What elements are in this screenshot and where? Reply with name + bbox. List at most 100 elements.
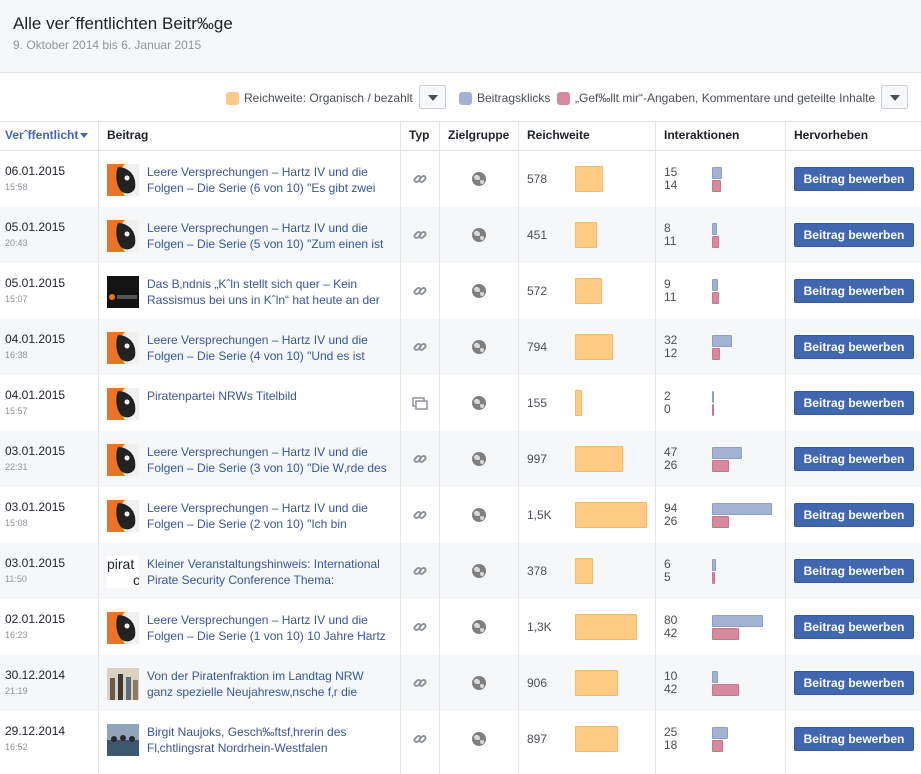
post-link[interactable]: Das B‚ndnis „Kˆln stellt sich quer – Kei… xyxy=(147,276,392,308)
post-link[interactable]: Leere Versprechungen – Hartz IV und die … xyxy=(147,612,392,644)
reach-metric-dropdown[interactable] xyxy=(419,85,446,109)
post-thumbnail[interactable] xyxy=(107,668,139,700)
post-date: 29.12.2014 xyxy=(5,724,66,738)
likes-value: 42 xyxy=(664,626,678,640)
boost-post-button[interactable]: Beitrag bewerben xyxy=(794,223,914,247)
post-thumbnail[interactable] xyxy=(107,500,139,532)
post-thumbnail[interactable] xyxy=(107,724,139,756)
column-divider xyxy=(785,122,786,774)
post-thumbnail[interactable] xyxy=(107,444,139,476)
post-time: 16:23 xyxy=(5,630,28,640)
reach-bar xyxy=(575,334,613,360)
clicks-bar xyxy=(712,335,732,347)
clicks-bar xyxy=(712,447,742,459)
table-header: Verˆffentlicht Beitrag Typ Zielgruppe Re… xyxy=(0,122,921,151)
boost-post-button[interactable]: Beitrag bewerben xyxy=(794,335,914,359)
post-thumbnail[interactable] xyxy=(107,276,139,308)
likes-value: 26 xyxy=(664,458,678,472)
column-reach[interactable]: Reichweite xyxy=(527,122,590,151)
post-thumbnail[interactable] xyxy=(107,220,139,252)
post-link[interactable]: Piratenpartei NRWs Titelbild xyxy=(147,388,392,420)
likes-bar xyxy=(712,292,719,304)
post-link[interactable]: Leere Versprechungen – Hartz IV und die … xyxy=(147,332,392,364)
boost-post-button[interactable]: Beitrag bewerben xyxy=(794,279,914,303)
column-audience: Zielgruppe xyxy=(448,128,510,142)
boost-post-button[interactable]: Beitrag bewerben xyxy=(794,615,914,639)
table-row: 03.01.2015 22:31 Leere Versprechungen – Ha… xyxy=(0,431,921,487)
post-time: 20:43 xyxy=(5,238,28,248)
column-divider xyxy=(655,122,656,774)
clicks-bar xyxy=(712,559,716,571)
table-row: 04.01.2015 16:38 Leere Versprechungen – Ha… xyxy=(0,319,921,375)
boost-post-button[interactable]: Beitrag bewerben xyxy=(794,447,914,471)
likes-value: 11 xyxy=(664,290,677,304)
post-date: 05.01.2015 xyxy=(5,276,66,290)
link-icon xyxy=(412,675,428,691)
reach-bar xyxy=(575,558,593,584)
page-header: Alle verˆffentlichten Beitr‰ge 9. Oktobe… xyxy=(0,0,921,73)
boost-post-button[interactable]: Beitrag bewerben xyxy=(794,559,914,583)
post-date: 04.01.2015 xyxy=(5,332,66,346)
sort-desc-icon xyxy=(80,133,89,139)
link-icon xyxy=(412,451,428,467)
globe-icon xyxy=(472,564,486,578)
post-thumbnail[interactable] xyxy=(107,332,139,364)
post-time: 22:31 xyxy=(5,462,28,472)
legend-clicks: Beitragsklicks xyxy=(459,91,550,105)
likes-value: 14 xyxy=(664,178,678,192)
post-link[interactable]: Leere Versprechungen – Hartz IV und die … xyxy=(147,444,392,476)
reach-bar xyxy=(575,222,597,248)
column-published[interactable]: Verˆffentlicht xyxy=(5,122,89,151)
clicks-swatch-icon xyxy=(459,91,472,105)
post-thumbnail[interactable]: pirat c xyxy=(107,556,139,588)
clicks-bar xyxy=(712,223,717,235)
post-link[interactable]: Kleiner Veranstaltungshinweis: Internati… xyxy=(147,556,392,588)
post-time: 11:50 xyxy=(5,574,27,584)
table-row: 05.01.2015 20:43 Leere Versprechungen – Ha… xyxy=(0,207,921,263)
post-link[interactable]: Leere Versprechungen – Hartz IV und die … xyxy=(147,220,392,252)
post-link[interactable]: Leere Versprechungen – Hartz IV und die … xyxy=(147,164,392,196)
table-row: 05.01.2015 15:07 Das B‚ndnis „Kˆln stellt … xyxy=(0,263,921,319)
post-thumbnail[interactable] xyxy=(107,388,139,420)
link-icon xyxy=(412,563,428,579)
likes-value: 26 xyxy=(664,514,678,528)
legend-reach-label: Reichweite: Organisch / bezahlt xyxy=(244,91,413,105)
likes-bar xyxy=(712,740,723,752)
reach-value: 1,3K xyxy=(527,620,552,634)
reach-bar xyxy=(575,390,582,416)
column-type: Typ xyxy=(409,128,430,142)
post-link[interactable]: Birgit Naujoks, Gesch‰ftsf‚hrerin des Fl… xyxy=(147,724,392,756)
boost-post-button[interactable]: Beitrag bewerben xyxy=(794,503,914,527)
interaction-metric-dropdown[interactable] xyxy=(881,85,908,109)
link-icon xyxy=(412,507,428,523)
likes-value: 5 xyxy=(664,570,671,584)
globe-icon xyxy=(472,340,486,354)
globe-icon xyxy=(472,396,486,410)
reach-value: 155 xyxy=(527,396,548,410)
column-boost: Hervorheben xyxy=(794,128,869,142)
post-thumbnail[interactable] xyxy=(107,164,139,196)
link-icon xyxy=(412,619,428,635)
boost-post-button[interactable]: Beitrag bewerben xyxy=(794,727,914,751)
boost-post-button[interactable]: Beitrag bewerben xyxy=(794,391,914,415)
clicks-bar xyxy=(712,503,772,515)
column-published-label: Verˆffentlicht xyxy=(5,128,79,142)
post-time: 16:52 xyxy=(5,742,28,752)
table-row: 02.01.2015 16:23 Leere Versprechungen – Ha… xyxy=(0,599,921,655)
boost-post-button[interactable]: Beitrag bewerben xyxy=(794,671,914,695)
post-time: 15:57 xyxy=(5,406,28,416)
table-row: 29.12.2014 16:52 Birgit Naujoks, Gesch‰fts… xyxy=(0,711,921,767)
column-post: Beitrag xyxy=(107,128,149,142)
post-link[interactable]: Leere Versprechungen – Hartz IV und die … xyxy=(147,500,392,532)
column-interactions[interactable]: Interaktionen xyxy=(664,122,739,151)
reach-value: 1,5K xyxy=(527,508,552,522)
globe-icon xyxy=(472,228,486,242)
boost-post-button[interactable]: Beitrag bewerben xyxy=(794,167,914,191)
globe-icon xyxy=(472,172,486,186)
reach-value: 578 xyxy=(527,172,548,186)
reach-bar xyxy=(575,614,637,640)
post-thumbnail[interactable] xyxy=(107,612,139,644)
reach-value: 378 xyxy=(527,564,548,578)
post-link[interactable]: Von der Piratenfraktion im Landtag NRW g… xyxy=(147,668,392,700)
likes-value: 18 xyxy=(664,738,678,752)
